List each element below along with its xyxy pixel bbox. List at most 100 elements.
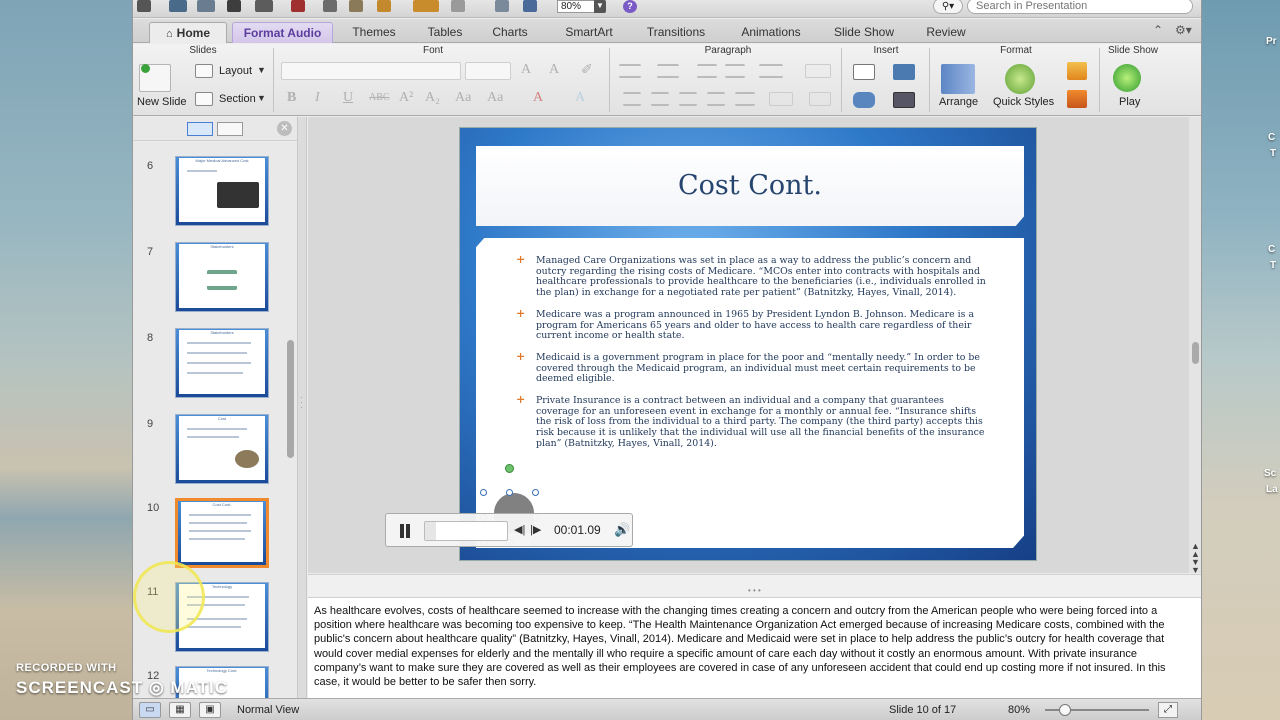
line-spacing-icon[interactable] xyxy=(759,64,783,78)
arrange-button[interactable]: Arrange xyxy=(939,96,978,108)
desktop-icon-label[interactable]: T xyxy=(1270,260,1276,271)
skip-forward-icon[interactable]: |▶ xyxy=(530,523,541,536)
align-text-icon[interactable] xyxy=(809,92,831,106)
shrink-font-icon[interactable]: A xyxy=(549,62,559,78)
align-center-icon[interactable] xyxy=(651,92,669,106)
desktop-icon-label[interactable]: Sc xyxy=(1264,468,1276,479)
tab-review[interactable]: Review xyxy=(915,22,977,43)
text-box-icon[interactable] xyxy=(853,64,875,80)
close-pane-icon[interactable]: ✕ xyxy=(277,121,292,136)
audio-progress-bar[interactable] xyxy=(424,521,508,541)
columns-icon[interactable] xyxy=(805,64,831,78)
zoom-dropdown-icon[interactable]: ▼ xyxy=(594,0,606,13)
bullet-item[interactable]: Medicaid is a government program in plac… xyxy=(516,352,986,385)
quick-styles-icon[interactable] xyxy=(1005,64,1035,94)
bullet-item[interactable]: Managed Care Organizations was set in pl… xyxy=(516,255,986,299)
arrange-icon[interactable] xyxy=(941,64,975,94)
skip-back-icon[interactable]: ◀| xyxy=(514,523,525,536)
section-button[interactable]: Section xyxy=(219,93,256,105)
tab-slide-show[interactable]: Slide Show xyxy=(823,22,905,43)
scrollbar-thumb[interactable] xyxy=(1192,342,1199,364)
tab-animations[interactable]: Animations xyxy=(729,22,813,43)
gallery-icon[interactable] xyxy=(495,0,509,12)
slides-view-icon[interactable] xyxy=(187,122,213,136)
rotation-handle[interactable] xyxy=(505,464,514,473)
desktop-icon-label[interactable]: C xyxy=(1268,132,1275,143)
save-icon[interactable] xyxy=(227,0,241,12)
justify-icon[interactable] xyxy=(707,92,725,106)
print-icon[interactable] xyxy=(255,0,273,12)
italic-icon[interactable]: I xyxy=(315,90,320,106)
clear-format-icon[interactable]: ✐ xyxy=(581,62,593,79)
pane-splitter[interactable]: · · · xyxy=(297,117,307,698)
tab-home[interactable]: ⌂ Home xyxy=(149,22,227,43)
paste-icon[interactable] xyxy=(349,0,363,12)
fit-to-window-icon[interactable]: ⤢ xyxy=(1158,702,1178,718)
speaker-notes[interactable]: As healthcare evolves, costs of healthca… xyxy=(308,598,1201,698)
slide-nav-arrows-icon[interactable]: ▲ ▲ ▼ ▼ xyxy=(1191,542,1200,575)
play-button[interactable]: Play xyxy=(1119,96,1140,108)
align-right-icon[interactable] xyxy=(679,92,697,106)
bullet-item[interactable]: Medicare was a program announced in 1965… xyxy=(516,309,986,342)
desktop-icon-label[interactable]: C xyxy=(1268,244,1275,255)
toolbox-icon[interactable] xyxy=(523,0,537,12)
volume-icon[interactable]: 🔊 xyxy=(614,522,630,538)
resize-handle[interactable] xyxy=(506,489,513,496)
title-placeholder[interactable]: Cost Cont. xyxy=(476,146,1024,226)
slide-title[interactable]: Cost Cont. xyxy=(476,146,1024,226)
pause-icon[interactable] xyxy=(398,524,412,538)
search-input[interactable] xyxy=(967,0,1193,14)
tab-smartart[interactable]: SmartArt xyxy=(553,22,625,43)
thumbnail[interactable]: Major Medical Advanced Cost xyxy=(175,156,269,226)
thumbnail-item[interactable]: 7 Stakeholders xyxy=(133,242,297,328)
text-direction-icon[interactable] xyxy=(769,92,793,106)
font-name-field[interactable] xyxy=(281,62,461,80)
change-case-icon[interactable]: Aa xyxy=(455,90,471,106)
section-dropdown-icon[interactable]: ▼ xyxy=(257,93,266,103)
redo-icon[interactable] xyxy=(451,0,465,12)
underline-icon[interactable]: U xyxy=(343,90,353,106)
font-size-field[interactable] xyxy=(465,62,511,80)
thumbnail[interactable]: Cost xyxy=(175,414,269,484)
editor-scrollbar[interactable]: ▲ ▲ ▼ ▼ xyxy=(1189,117,1201,575)
slide-show-view-icon[interactable]: ▣ xyxy=(199,702,221,718)
superscript-icon[interactable]: A² xyxy=(399,90,413,106)
new-slide-button[interactable]: New Slide xyxy=(137,96,187,108)
tab-format-audio[interactable]: Format Audio xyxy=(232,22,333,43)
tab-themes[interactable]: Themes xyxy=(339,22,409,43)
tab-transitions[interactable]: Transitions xyxy=(633,22,719,43)
picture-icon[interactable] xyxy=(893,64,915,80)
bullets-icon[interactable] xyxy=(619,64,641,78)
text-effects-icon[interactable]: A xyxy=(575,90,585,106)
layout-dropdown-icon[interactable]: ▼ xyxy=(257,65,266,75)
grow-font-icon[interactable]: A xyxy=(521,62,531,78)
normal-view-icon[interactable]: ▭ xyxy=(139,702,161,718)
media-icon[interactable] xyxy=(893,92,915,108)
thumbnail[interactable]: Stakeholders xyxy=(175,242,269,312)
shape-icon[interactable] xyxy=(853,92,875,108)
notes-text[interactable]: As healthcare evolves, costs of healthca… xyxy=(314,604,1180,689)
shape-fill-icon[interactable] xyxy=(1067,62,1087,80)
slide-sorter-icon[interactable]: ▦ xyxy=(169,702,191,718)
resize-handle[interactable] xyxy=(480,489,487,496)
resize-handle[interactable] xyxy=(532,489,539,496)
templates-icon[interactable] xyxy=(169,0,187,12)
slide-canvas[interactable]: Cost Cont. Managed Care Organizations wa… xyxy=(459,127,1037,561)
new-document-icon[interactable] xyxy=(137,0,151,12)
collapse-ribbon-icon[interactable]: ⌃ xyxy=(1153,23,1163,37)
layout-button[interactable]: Layout xyxy=(219,65,252,77)
increase-indent-icon[interactable] xyxy=(725,64,745,78)
subscript-icon[interactable]: A₂ xyxy=(425,90,440,106)
align-left-icon[interactable] xyxy=(623,92,641,106)
format-painter-icon[interactable] xyxy=(377,0,391,12)
outline-view-icon[interactable] xyxy=(217,122,243,136)
character-spacing-icon[interactable]: Aa xyxy=(487,90,503,106)
font-color-icon[interactable]: A xyxy=(533,90,543,106)
copy-icon[interactable] xyxy=(323,0,337,12)
zoom-slider-knob[interactable] xyxy=(1059,704,1071,716)
notes-splitter[interactable]: • • • xyxy=(308,574,1201,598)
numbering-icon[interactable] xyxy=(657,64,679,78)
decrease-indent-icon[interactable] xyxy=(697,64,717,78)
content-placeholder[interactable]: Managed Care Organizations was set in pl… xyxy=(476,238,1024,548)
bullet-list[interactable]: Managed Care Organizations was set in pl… xyxy=(516,255,986,461)
